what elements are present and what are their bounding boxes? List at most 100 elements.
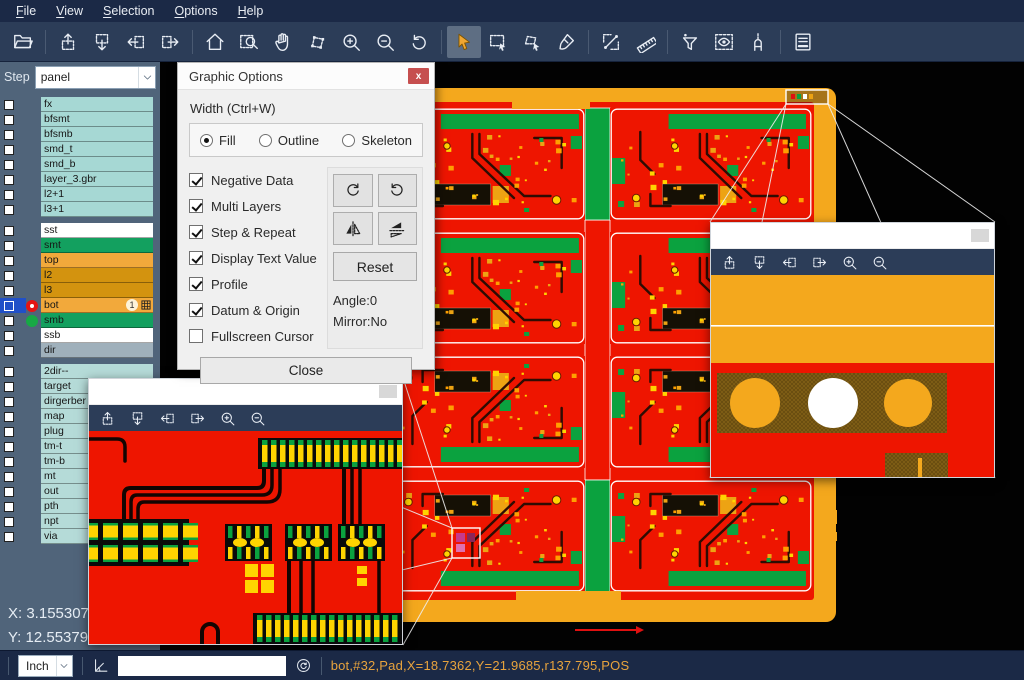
pan-up-button[interactable] <box>95 407 119 429</box>
layer-visibility-checkbox[interactable] <box>0 454 26 469</box>
layer-visibility-checkbox[interactable] <box>0 253 26 268</box>
checkbox-datum-origin[interactable]: Datum & Origin <box>189 297 327 323</box>
menu-item-help[interactable]: Help <box>228 0 274 22</box>
layer-visibility-checkbox[interactable] <box>0 268 26 283</box>
layer-visibility-checkbox[interactable] <box>0 97 26 112</box>
layer-visibility-checkbox[interactable] <box>0 424 26 439</box>
reset-button[interactable]: Reset <box>333 252 417 281</box>
layer-visibility-checkbox[interactable] <box>0 298 26 313</box>
command-input[interactable] <box>118 656 286 676</box>
dialog-title-bar[interactable]: Graphic Options x <box>178 63 434 90</box>
checkbox-profile[interactable]: Profile <box>189 271 327 297</box>
menu-item-selection[interactable]: Selection <box>93 0 164 22</box>
view-options-button[interactable] <box>707 26 741 58</box>
zoom-polygon-button[interactable] <box>300 26 334 58</box>
checkbox-multi-layers[interactable]: Multi Layers <box>189 193 327 219</box>
rotate-clockwise-button[interactable] <box>333 174 373 207</box>
step-dropdown[interactable]: panel <box>35 66 156 89</box>
layer-row-dir[interactable]: dir <box>0 343 160 358</box>
refresh-icon[interactable] <box>295 657 312 674</box>
layer-row-l3[interactable]: l3 <box>0 283 160 298</box>
layer-visibility-checkbox[interactable] <box>0 343 26 358</box>
pan-down-button[interactable] <box>125 407 149 429</box>
checkbox-step-repeat[interactable]: Step & Repeat <box>189 219 327 245</box>
layer-row-smt[interactable]: smt <box>0 238 160 253</box>
pan-left-button[interactable] <box>155 407 179 429</box>
pan-right-button[interactable] <box>807 251 831 273</box>
layer-row-smd_b[interactable]: smd_b <box>0 157 160 172</box>
radio-skeleton[interactable]: Skeleton <box>342 133 412 148</box>
units-dropdown[interactable]: Inch <box>18 655 73 677</box>
clean-tool-button[interactable] <box>549 26 583 58</box>
layer-visibility-checkbox[interactable] <box>0 364 26 379</box>
pan-hand-button[interactable] <box>266 26 300 58</box>
layer-row-bfsmb[interactable]: bfsmb <box>0 127 160 142</box>
layer-visibility-checkbox[interactable] <box>0 157 26 172</box>
zoom-detail-window-2[interactable] <box>710 222 995 478</box>
layer-row-l2[interactable]: l2 <box>0 268 160 283</box>
layer-visibility-checkbox[interactable] <box>0 112 26 127</box>
layer-visibility-checkbox[interactable] <box>0 409 26 424</box>
window-menu-button[interactable] <box>971 229 989 242</box>
pan-down-button[interactable] <box>85 26 119 58</box>
pan-right-button[interactable] <box>153 26 187 58</box>
select-polygon-button[interactable] <box>515 26 549 58</box>
pan-up-button[interactable] <box>717 251 741 273</box>
layer-row-ssb[interactable]: ssb <box>0 328 160 343</box>
layer-visibility-checkbox[interactable] <box>0 127 26 142</box>
zoom-in-button[interactable] <box>837 251 861 273</box>
layer-visibility-checkbox[interactable] <box>0 484 26 499</box>
close-button[interactable]: Close <box>200 357 412 384</box>
checkbox-display-text-value[interactable]: Display Text Value <box>189 245 327 271</box>
layer-row-l2+1[interactable]: l2+1 <box>0 187 160 202</box>
layer-visibility-checkbox[interactable] <box>0 514 26 529</box>
mirror-horizontal-button[interactable] <box>333 212 373 245</box>
layer-visibility-checkbox[interactable] <box>0 469 26 484</box>
layer-visibility-checkbox[interactable] <box>0 223 26 238</box>
layer-row-2dir--[interactable]: 2dir-- <box>0 364 160 379</box>
layer-visibility-checkbox[interactable] <box>0 499 26 514</box>
zoom-in-button[interactable] <box>334 26 368 58</box>
layer-visibility-checkbox[interactable] <box>0 328 26 343</box>
layer-visibility-checkbox[interactable] <box>0 187 26 202</box>
angle-measure-icon[interactable] <box>92 657 109 674</box>
zoom-home-button[interactable] <box>198 26 232 58</box>
window-title-bar[interactable] <box>711 223 994 249</box>
layer-row-bot[interactable]: bot1 <box>0 298 160 313</box>
layer-row-fx[interactable]: fx <box>0 97 160 112</box>
layer-visibility-checkbox[interactable] <box>0 283 26 298</box>
radio-fill[interactable]: Fill <box>200 133 236 148</box>
filter-tool-button[interactable] <box>673 26 707 58</box>
rotate-counterclockwise-button[interactable] <box>378 174 418 207</box>
zoom-out-button[interactable] <box>245 407 269 429</box>
layer-row-top[interactable]: top <box>0 253 160 268</box>
checkbox-negative-data[interactable]: Negative Data <box>189 167 327 193</box>
snap-tool-button[interactable] <box>741 26 775 58</box>
layer-visibility-checkbox[interactable] <box>0 172 26 187</box>
pan-down-button[interactable] <box>747 251 771 273</box>
layer-row-smb[interactable]: smb <box>0 313 160 328</box>
layer-row-smd_t[interactable]: smd_t <box>0 142 160 157</box>
open-file-button[interactable] <box>6 26 40 58</box>
dialog-close-button[interactable]: x <box>408 68 429 84</box>
layer-row-sst[interactable]: sst <box>0 223 160 238</box>
layer-visibility-checkbox[interactable] <box>0 379 26 394</box>
menu-item-options[interactable]: Options <box>164 0 227 22</box>
zoom-detail-window-1[interactable] <box>88 378 403 645</box>
menu-item-view[interactable]: View <box>46 0 93 22</box>
zoom-out-button[interactable] <box>368 26 402 58</box>
zoom-window-button[interactable] <box>232 26 266 58</box>
select-tool-button[interactable] <box>447 26 481 58</box>
layer-row-layer_3.gbr[interactable]: layer_3.gbr <box>0 172 160 187</box>
panel-list-button[interactable] <box>786 26 820 58</box>
ruler-tool-button[interactable] <box>628 26 662 58</box>
layer-visibility-checkbox[interactable] <box>0 529 26 544</box>
pan-left-button[interactable] <box>777 251 801 273</box>
zoom-out-button[interactable] <box>867 251 891 273</box>
select-rectangle-button[interactable] <box>481 26 515 58</box>
measure-distance-button[interactable] <box>594 26 628 58</box>
pan-right-button[interactable] <box>185 407 209 429</box>
zoom-in-button[interactable] <box>215 407 239 429</box>
checkbox-fullscreen-cursor[interactable]: Fullscreen Cursor <box>189 323 327 349</box>
layer-visibility-checkbox[interactable] <box>0 202 26 217</box>
